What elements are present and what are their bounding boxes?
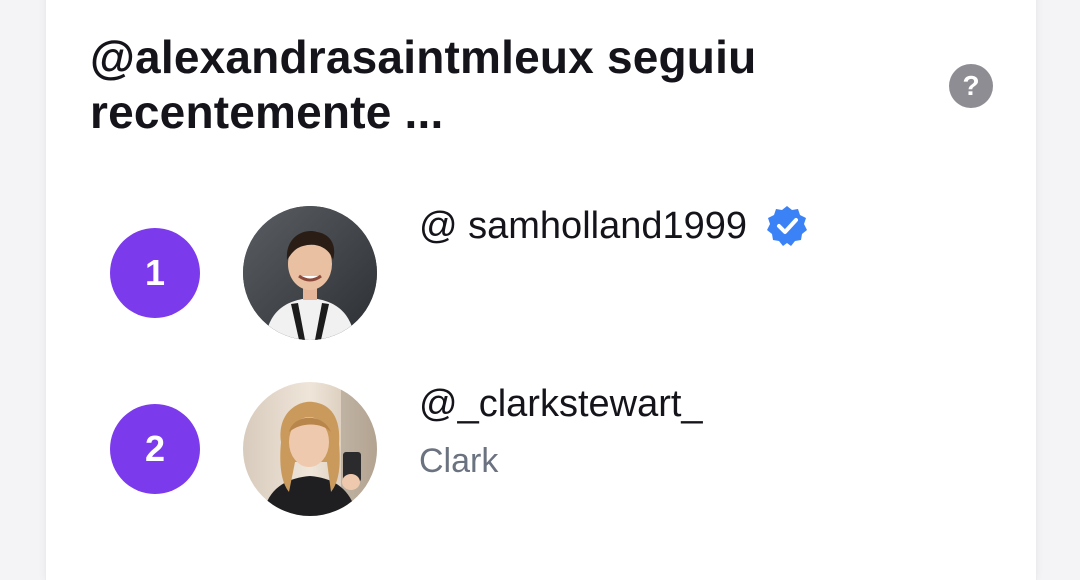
username-link[interactable]: @ samholland1999 bbox=[419, 205, 809, 247]
avatar[interactable] bbox=[243, 382, 377, 516]
help-icon[interactable]: ? bbox=[949, 64, 993, 108]
card-title: @alexandrasaintmleux seguiu recentemente… bbox=[90, 31, 757, 138]
avatar-image bbox=[243, 206, 377, 340]
list-item[interactable]: 2 @_clarkstewart_ Clark bbox=[46, 382, 1036, 522]
verified-badge-icon bbox=[767, 206, 808, 246]
recent-follows-card: @alexandrasaintmleux seguiu recentemente… bbox=[45, 0, 1037, 580]
username-text: @_clarkstewart_ bbox=[419, 382, 703, 425]
list-item[interactable]: 1 @ samholland1999 bbox=[46, 205, 1036, 348]
avatar-image bbox=[243, 382, 377, 516]
username-text: @ samholland1999 bbox=[419, 204, 748, 247]
avatar[interactable] bbox=[243, 206, 377, 340]
display-name: Clark bbox=[419, 442, 499, 480]
rank-badge: 2 bbox=[110, 404, 200, 494]
rank-badge: 1 bbox=[110, 228, 200, 318]
username-link[interactable]: @_clarkstewart_ bbox=[419, 382, 703, 425]
